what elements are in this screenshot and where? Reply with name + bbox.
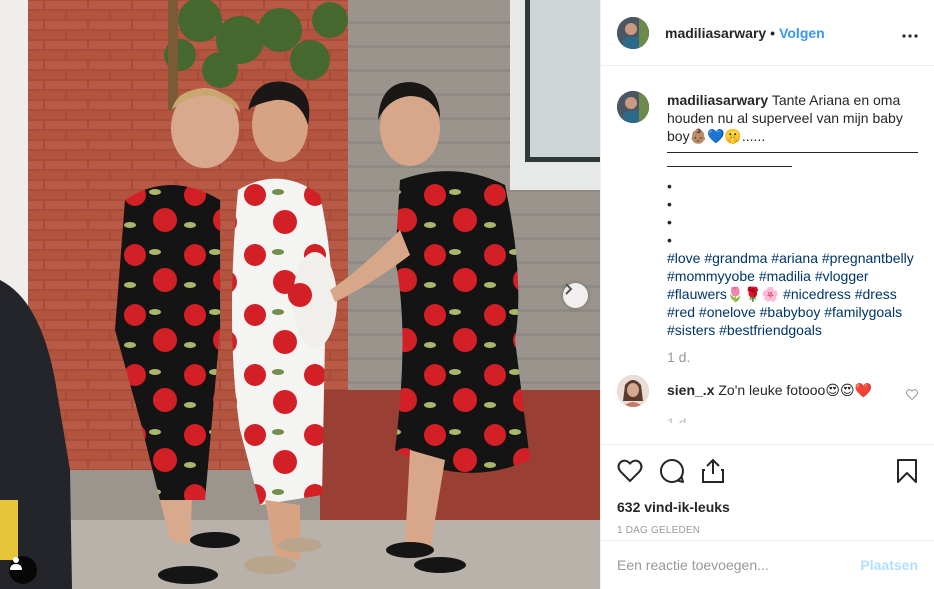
share-icon[interactable] xyxy=(701,458,725,484)
comment-username[interactable]: sien_.x xyxy=(667,382,714,398)
hashtag[interactable]: #madilia xyxy=(759,268,811,284)
add-comment-bar: Plaatsen xyxy=(601,540,934,589)
hashtag[interactable]: #pregnantbelly xyxy=(822,250,914,266)
action-bar xyxy=(617,457,918,485)
separator-dot: • xyxy=(770,24,776,41)
follow-button[interactable]: Volgen xyxy=(779,25,825,41)
hashtag[interactable]: #bestfriendgoals xyxy=(719,322,822,338)
caption-bullet: • xyxy=(667,214,672,230)
caption-divider xyxy=(667,159,792,167)
post-timestamp[interactable]: 1 DAG GELEDEN xyxy=(617,525,918,536)
avatar-image xyxy=(617,16,649,49)
hashtag[interactable]: #sisters xyxy=(667,322,715,338)
caption-bullet: • xyxy=(667,196,672,212)
likes-count[interactable]: 632 vind-ik-leuks xyxy=(617,499,918,515)
avatar[interactable] xyxy=(617,16,649,49)
hashtag[interactable]: #red xyxy=(667,304,695,320)
header-username[interactable]: madiliasarwary xyxy=(665,25,766,41)
comment-body: Zo'n leuke fotooo😍😍❤️ xyxy=(718,382,872,398)
heart-icon[interactable] xyxy=(617,459,643,483)
carousel-next-button[interactable] xyxy=(563,283,588,308)
post-photo[interactable] xyxy=(0,0,600,589)
comment-like-icon[interactable] xyxy=(906,387,918,403)
hashtag[interactable]: #dress xyxy=(855,286,897,302)
user-tags-button[interactable] xyxy=(9,556,37,584)
hashtag[interactable]: #vlogger xyxy=(815,268,869,284)
caption-text: madiliasarwary Tante Ariana en oma houde… xyxy=(667,91,918,339)
comment-text: sien_.x Zo'n leuke fotooo😍😍❤️ xyxy=(667,381,906,399)
caption-bullet: • xyxy=(667,178,672,194)
more-options-icon[interactable] xyxy=(902,22,918,43)
post-header: madiliasarwary • Volgen xyxy=(601,0,934,66)
photo-illustration xyxy=(0,0,600,589)
chevron-right-icon xyxy=(565,283,573,295)
avatar-image xyxy=(617,375,649,407)
post-actions: 632 vind-ik-leuks 1 DAG GELEDEN xyxy=(601,444,934,536)
comments-list[interactable]: madiliasarwary Tante Ariana en oma houde… xyxy=(601,67,934,444)
post-comment-button[interactable]: Plaatsen xyxy=(860,557,918,573)
hashtag-list: #love #grandma #ariana #pregnantbelly #m… xyxy=(667,249,918,339)
hashtag[interactable]: #mommyyobe xyxy=(667,268,755,284)
hashtag[interactable]: #onelove xyxy=(699,304,756,320)
comment-input[interactable] xyxy=(617,557,861,573)
avatar-image xyxy=(617,91,649,123)
caption-time[interactable]: 1 d. xyxy=(667,349,918,365)
caption-avatar[interactable] xyxy=(617,91,649,123)
comment-item: sien_.x Zo'n leuke fotooo😍😍❤️ xyxy=(617,375,918,407)
caption-divider xyxy=(667,145,918,153)
caption-username[interactable]: madiliasarwary xyxy=(667,92,768,108)
comment-time: 1 d. xyxy=(667,415,691,423)
person-icon xyxy=(10,557,22,570)
hashtag[interactable]: #ariana xyxy=(771,250,818,266)
hashtag[interactable]: #babyboy xyxy=(760,304,821,320)
hashtag[interactable]: #flauwers🌷🌹🌸 xyxy=(667,286,779,302)
hashtag[interactable]: #grandma xyxy=(704,250,767,266)
comment-icon[interactable] xyxy=(659,458,685,484)
comment-avatar[interactable] xyxy=(617,375,649,407)
post-side-panel: madiliasarwary • Volgen madiliasarwary T… xyxy=(600,0,934,589)
hashtag[interactable]: #love xyxy=(667,250,700,266)
caption-bullet: • xyxy=(667,232,672,248)
caption: madiliasarwary Tante Ariana en oma houde… xyxy=(617,91,918,339)
hashtag[interactable]: #nicedress xyxy=(783,286,851,302)
bookmark-icon[interactable] xyxy=(896,458,918,484)
hashtag[interactable]: #familygoals xyxy=(824,304,902,320)
